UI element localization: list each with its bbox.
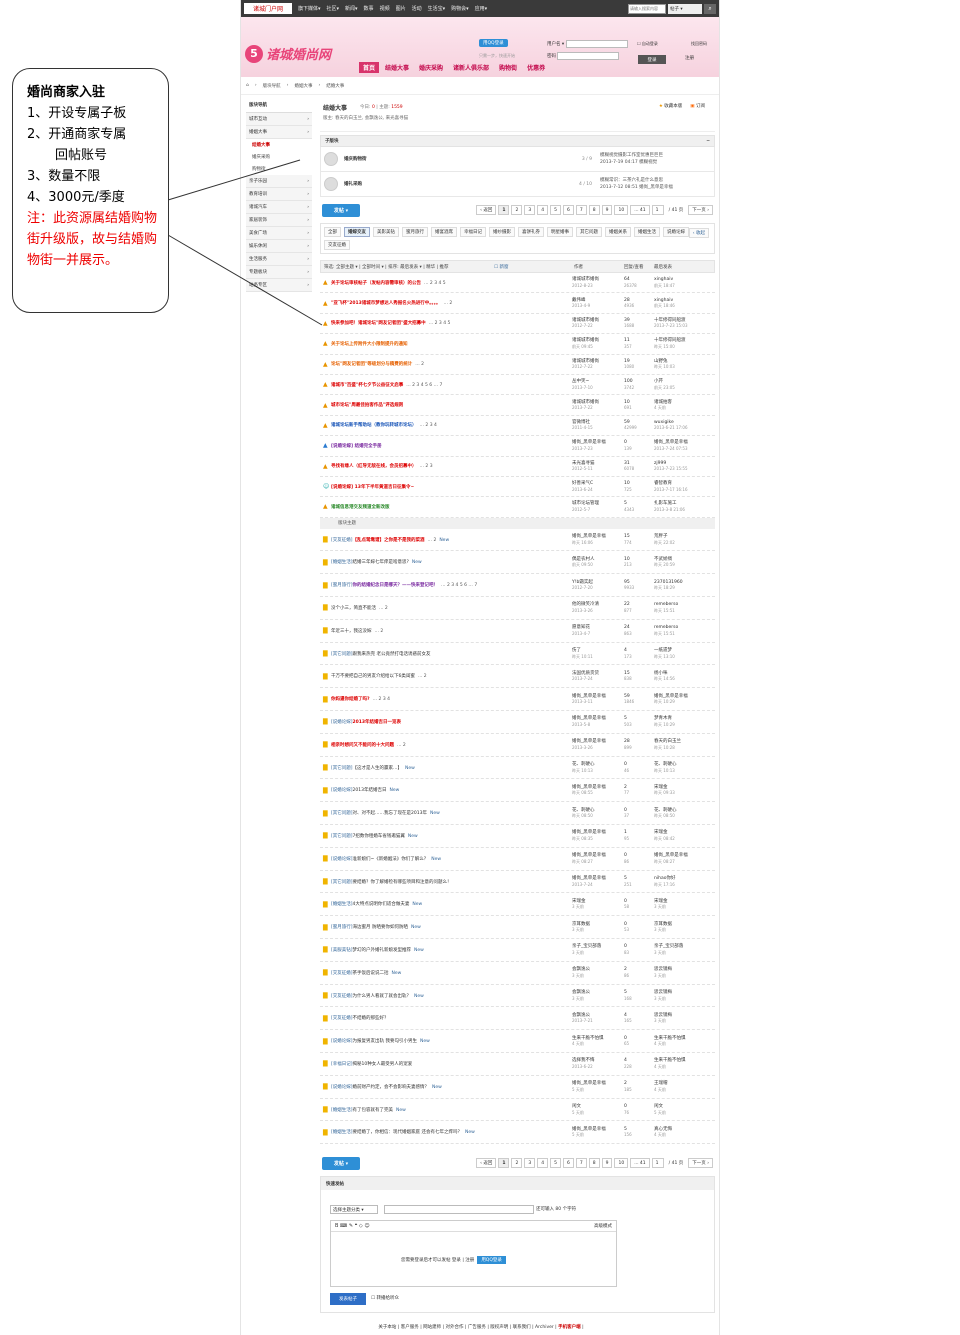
callout-title: 婚尚商家入驻 xyxy=(27,85,106,100)
callout-note: 注：此资源属结婚购物街升级版，故与结婚购物街一并展示。 xyxy=(27,211,158,268)
promo-callout: 婚尚商家入驻 1、开设专属子板 2、开通商家专属 回帖账号 3、数量不限 4、3… xyxy=(12,68,169,313)
callout-line: 4、3000元/季度 xyxy=(27,190,125,205)
callout-line: 3、数量不限 xyxy=(27,169,101,184)
page: 婚尚商家入驻 1、开设专属子板 2、开通商家专属 回帖账号 3、数量不限 4、3… xyxy=(0,0,960,1335)
callout-line: 回帖账号 xyxy=(55,148,108,163)
callout-line: 1、开设专属子板 xyxy=(27,106,127,121)
callout-line: 2、开通商家专属 xyxy=(27,127,127,142)
